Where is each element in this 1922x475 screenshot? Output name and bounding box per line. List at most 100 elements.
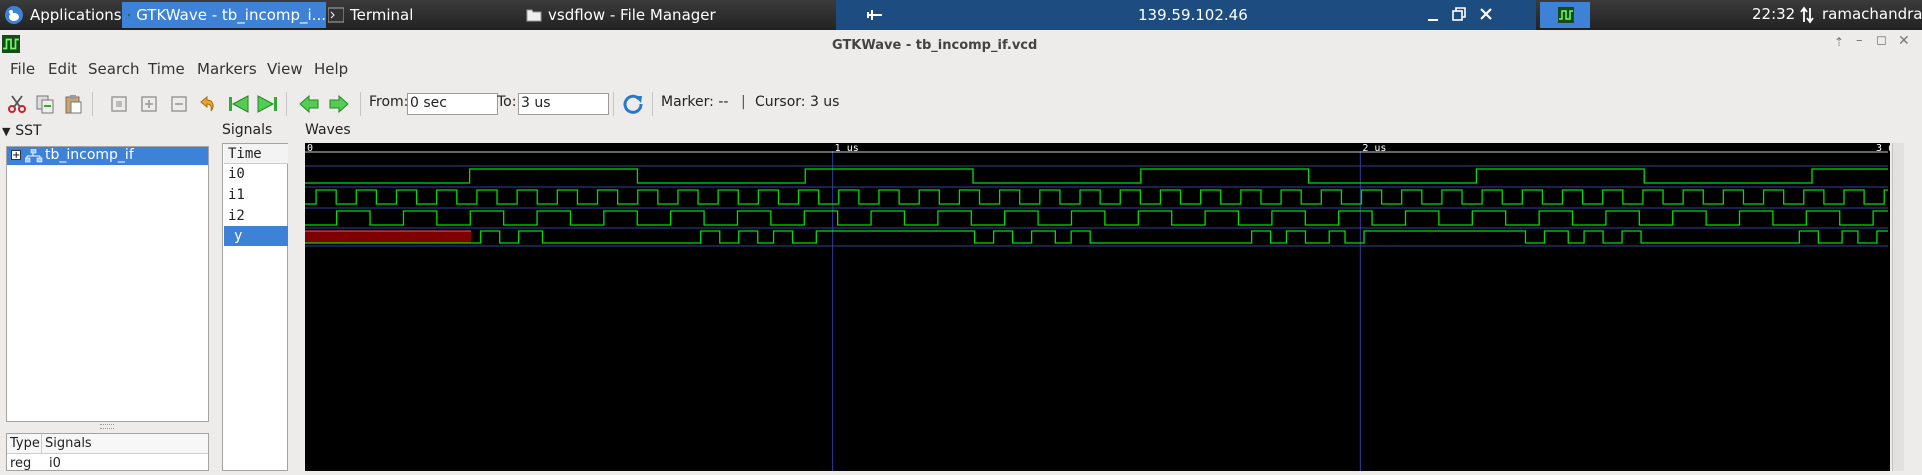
- waves-title: Waves: [305, 122, 351, 138]
- top-panel: Applications GTKWave - tb_incomp_i... Te…: [0, 0, 1922, 30]
- zoom-out-button[interactable]: [168, 93, 190, 115]
- wave-i2: [305, 210, 1888, 226]
- pane-splitter-handle[interactable]: [100, 424, 114, 429]
- sst-list-header: Type Signals: [7, 434, 208, 454]
- window-title: GTKWave - tb_incomp_if.vcd: [832, 38, 1038, 53]
- menu-time[interactable]: Time: [148, 60, 185, 78]
- cut-button[interactable]: [6, 93, 28, 115]
- column-divider: [41, 434, 42, 454]
- undo-icon: [200, 95, 214, 112]
- zoom-out-icon: [171, 96, 187, 112]
- menu-help[interactable]: Help: [314, 60, 348, 78]
- user-name[interactable]: ramachandran: [1822, 5, 1922, 23]
- folder-icon: [526, 9, 542, 22]
- signal-row-i2[interactable]: i2: [224, 206, 288, 226]
- remote-session-bar: 139.59.102.46: [836, 0, 1536, 30]
- marker-readout: Marker: --: [661, 94, 729, 110]
- jump-start-icon: [229, 95, 249, 113]
- gtkwave-app-icon: [2, 35, 20, 53]
- applications-label: Applications: [30, 6, 122, 24]
- col-type-header[interactable]: Type: [10, 436, 40, 451]
- sst-tree-item-label: tb_incomp_if: [45, 147, 134, 163]
- zoom-to-end-button[interactable]: [256, 93, 278, 115]
- applications-menu[interactable]: Applications: [4, 2, 122, 28]
- signal-row-y[interactable]: y: [224, 226, 288, 246]
- paste-icon: [65, 95, 82, 114]
- task-gtkwave-label: GTKWave - tb_incomp_i...: [136, 6, 326, 24]
- task-gtkwave[interactable]: GTKWave - tb_incomp_i...: [122, 2, 326, 28]
- find-next-edge-button[interactable]: [328, 93, 350, 115]
- task-file-manager[interactable]: vsdflow - File Manager: [526, 2, 716, 28]
- menu-markers[interactable]: Markers: [197, 60, 257, 78]
- zoom-fit-icon: [111, 96, 127, 112]
- task-terminal[interactable]: Terminal: [328, 2, 413, 28]
- sst-tree-item[interactable]: + tb_incomp_if: [7, 147, 208, 165]
- zoom-in-icon: [141, 96, 157, 112]
- module-tree-icon: [25, 149, 43, 163]
- reload-button[interactable]: [622, 93, 644, 115]
- find-previous-edge-button[interactable]: [298, 93, 320, 115]
- xfce-mouse-icon: [5, 6, 23, 24]
- gtkwave-icon: [1558, 7, 1574, 23]
- zoom-fit-button[interactable]: [108, 93, 130, 115]
- shade-icon[interactable]: ⇡: [1834, 35, 1844, 49]
- window-close-icon[interactable]: ✕: [1898, 33, 1910, 49]
- waveform-canvas[interactable]: 01 us2 us3 us: [305, 143, 1900, 471]
- readout-divider: |: [741, 94, 746, 110]
- wave-i0: [305, 168, 1888, 184]
- menu-edit[interactable]: Edit: [48, 60, 77, 78]
- zoom-to-start-button[interactable]: [228, 93, 250, 115]
- sst-signal-list[interactable]: Type Signals reg i0: [6, 433, 209, 471]
- pin-icon[interactable]: [866, 7, 884, 23]
- wave-y-unknown: [305, 231, 472, 243]
- from-time-input[interactable]: 0 sec: [407, 93, 498, 115]
- col-signals-header[interactable]: Signals: [45, 436, 92, 451]
- to-time-input[interactable]: 3 us: [518, 93, 609, 115]
- sst-row-type: reg: [10, 456, 32, 471]
- menu-bar: File Edit Search Time Markers View Help: [0, 58, 1922, 84]
- signal-row-i0[interactable]: i0: [224, 164, 288, 184]
- from-label: From:: [369, 94, 409, 110]
- task-terminal-label: Terminal: [350, 6, 414, 24]
- task-gtkwave-icon-button[interactable]: [1540, 2, 1590, 28]
- close-icon[interactable]: [1479, 7, 1493, 21]
- window-maximize-icon[interactable]: ◻: [1876, 33, 1887, 48]
- signal-row-i1[interactable]: i1: [224, 185, 288, 205]
- signals-title: Signals: [222, 122, 273, 138]
- jump-end-icon: [257, 95, 277, 113]
- menu-file[interactable]: File: [10, 60, 35, 78]
- wave-i1: [305, 189, 1888, 205]
- remote-host: 139.59.102.46: [1138, 6, 1248, 24]
- toolbar-separator: [613, 92, 614, 116]
- sst-title: SST: [15, 123, 42, 139]
- vertical-scrollbar[interactable]: [1892, 143, 1904, 471]
- zoom-in-button[interactable]: [138, 93, 160, 115]
- network-arrows-icon[interactable]: [1800, 6, 1814, 24]
- toolbar: From: 0 sec To: 3 us Marker: -- | Cursor…: [0, 86, 1922, 120]
- expand-plus-icon[interactable]: +: [11, 150, 21, 161]
- copy-button[interactable]: [34, 93, 56, 115]
- undo-zoom-button[interactable]: [196, 93, 218, 115]
- copy-icon: [36, 95, 54, 114]
- to-label: To:: [497, 94, 517, 110]
- paste-button[interactable]: [62, 93, 84, 115]
- expander-triangle-icon: ▼: [2, 125, 11, 138]
- cursor-readout: Cursor: 3 us: [755, 94, 840, 110]
- minimize-icon[interactable]: [1426, 8, 1440, 22]
- reload-icon: [623, 94, 643, 114]
- toolbar-separator: [360, 92, 361, 116]
- gtkwave-icon: [128, 13, 131, 17]
- arrow-right-icon: [329, 94, 349, 114]
- menu-view[interactable]: View: [267, 60, 303, 78]
- arrow-left-icon: [299, 94, 319, 114]
- sst-row-signal[interactable]: i0: [49, 456, 61, 471]
- toolbar-separator: [652, 92, 653, 116]
- window-minimize-icon[interactable]: –: [1856, 33, 1863, 48]
- waveform-view[interactable]: 01 us2 us3 us: [305, 143, 1900, 471]
- sst-header[interactable]: ▼ SST: [2, 121, 42, 139]
- menu-search[interactable]: Search: [88, 60, 140, 78]
- restore-icon[interactable]: [1452, 7, 1466, 21]
- scissors-icon: [8, 95, 26, 113]
- sst-tree[interactable]: [6, 146, 209, 422]
- signals-list[interactable]: Time i0 i1 i2 y: [222, 143, 288, 471]
